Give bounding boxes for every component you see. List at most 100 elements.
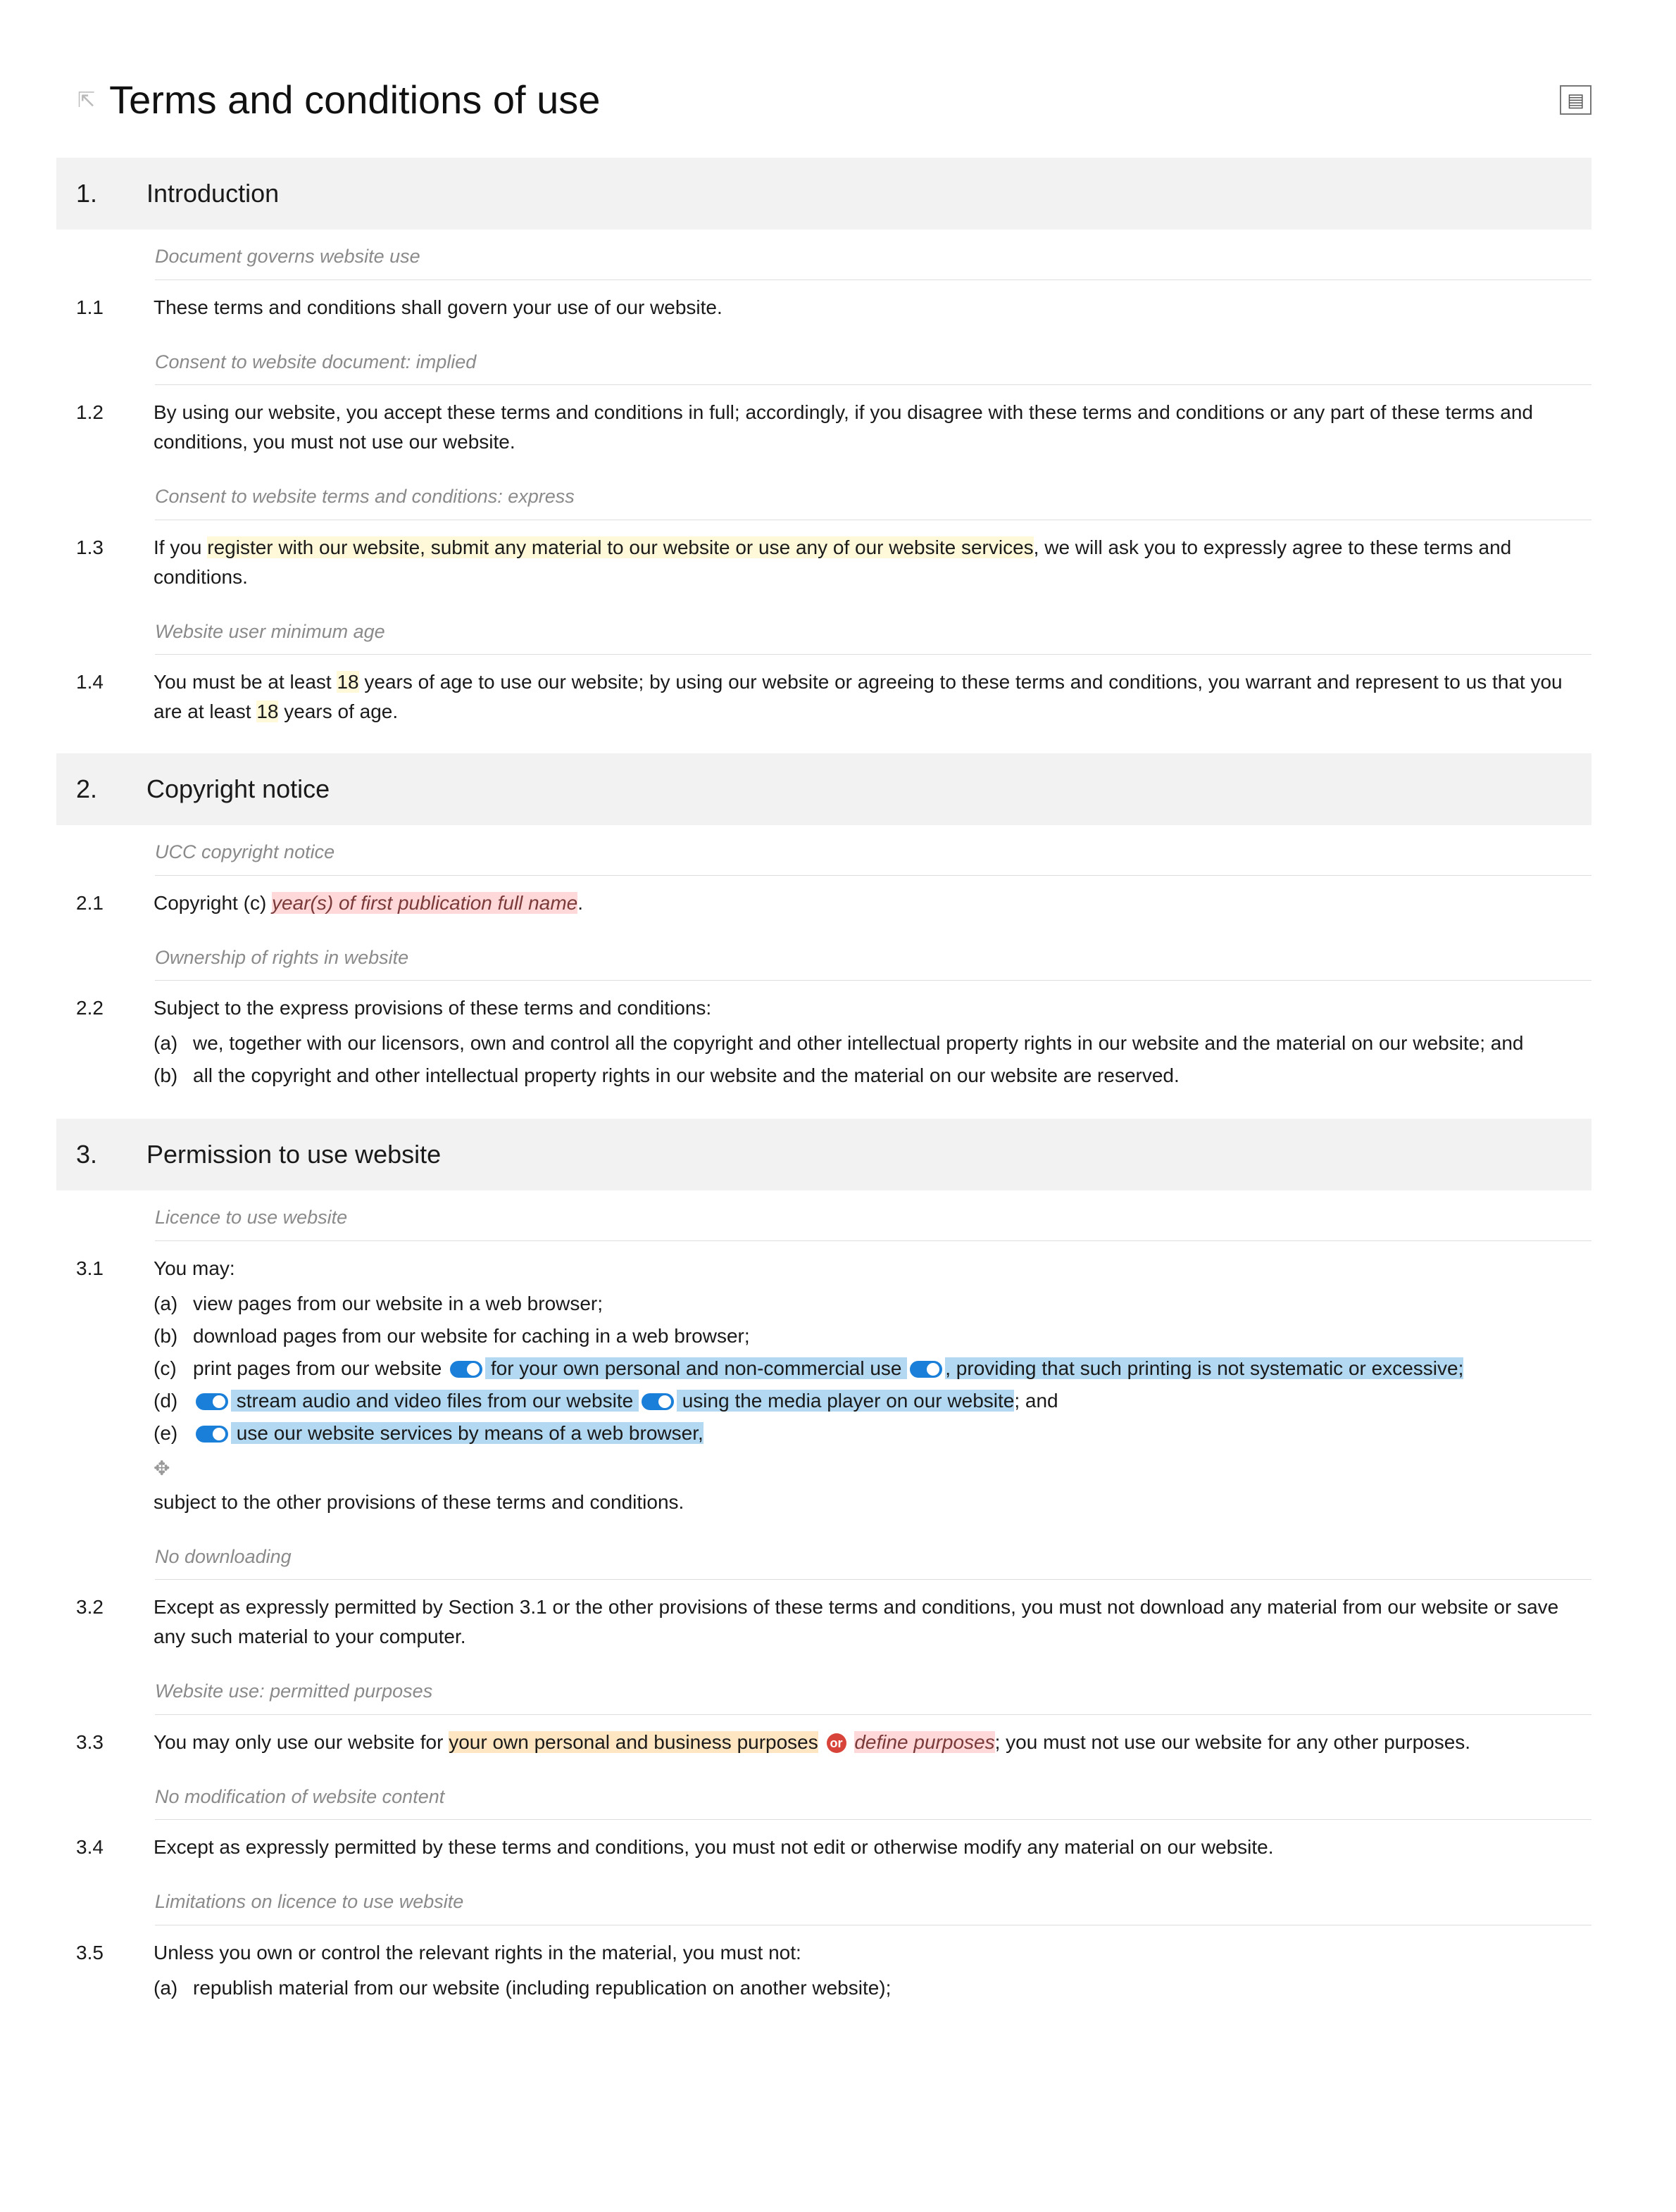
text: If you (154, 536, 207, 558)
clause-3-5: 3.5 Unless you own or control the releva… (56, 1933, 1591, 2017)
sublist: (a) we, together with our licensors, own… (154, 1027, 1591, 1092)
clause-3-1: 3.1 You may: (a) view pages from our web… (56, 1248, 1591, 1530)
sub-text: view pages from our website in a web bro… (193, 1289, 603, 1319)
add-item-icon[interactable]: ✥ (154, 1454, 170, 1483)
clause-num: 2.2 (76, 993, 125, 1092)
section-title: Copyright notice (146, 770, 330, 808)
sub-marker: (b) (154, 1321, 185, 1351)
highlight-blue[interactable]: , providing that such printing is not sy… (945, 1357, 1463, 1379)
clause-3-4: 3.4 Except as expressly permitted by the… (56, 1827, 1591, 1875)
highlight-blue[interactable]: use our website services by means of a w… (231, 1422, 703, 1444)
clause-2-2: 2.2 Subject to the express provisions of… (56, 988, 1591, 1105)
section-title: Permission to use website (146, 1136, 441, 1174)
section-header-3: 3. Permission to use website (56, 1119, 1591, 1190)
sub-text: stream audio and video files from our we… (193, 1386, 1058, 1416)
highlight-yellow[interactable]: 18 (337, 671, 358, 693)
section-header-1: 1. Introduction (56, 158, 1591, 230)
clause-body: You may: (a) view pages from our website… (154, 1254, 1591, 1517)
text: Subject to the express provisions of the… (154, 997, 711, 1019)
clause-num: 3.1 (76, 1254, 125, 1517)
sub-text: we, together with our licensors, own and… (193, 1029, 1524, 1058)
sub-item: (e) use our website services by means of… (154, 1417, 1591, 1450)
sub-item: (b) download pages from our website for … (154, 1320, 1591, 1352)
highlight-pink[interactable]: define purposes (854, 1731, 994, 1753)
highlight-yellow[interactable]: 18 (256, 700, 278, 722)
sub-marker: (b) (154, 1061, 185, 1091)
sub-item: (a) we, together with our licensors, own… (154, 1027, 1591, 1060)
or-badge[interactable]: or (827, 1733, 846, 1753)
document-title: Terms and conditions of use (109, 70, 600, 130)
sub-marker: (a) (154, 1029, 185, 1058)
clause-body: If you register with our website, submit… (154, 533, 1591, 592)
text: Copyright (c) (154, 892, 272, 914)
highlight-blue[interactable]: stream audio and video files from our we… (231, 1390, 639, 1412)
highlight-orange[interactable]: your own personal and business purposes (449, 1731, 818, 1753)
clause-body: You may only use our website for your ow… (154, 1728, 1591, 1757)
clause-body: Copyright (c) year(s) of first publicati… (154, 888, 1591, 918)
clause-annotation: Document governs website use (155, 230, 1591, 280)
text: years of age. (278, 700, 398, 722)
clause-annotation: Ownership of rights in website (155, 931, 1591, 981)
clause-num: 1.3 (76, 533, 125, 592)
section-num: 3. (76, 1136, 104, 1174)
sub-marker: (a) (154, 1973, 185, 2003)
link-icon[interactable]: ⇱ (77, 84, 95, 116)
text: ; and (1014, 1390, 1058, 1412)
sub-item: (d) stream audio and video files from ou… (154, 1385, 1591, 1417)
sub-marker: (d) (154, 1386, 185, 1416)
clause-1-2: 1.2 By using our website, you accept the… (56, 392, 1591, 470)
clause-body: By using our website, you accept these t… (154, 398, 1591, 457)
highlight-blue[interactable]: for your own personal and non-commercial… (485, 1357, 907, 1379)
text: Unless you own or control the relevant r… (154, 1942, 801, 1963)
highlight-yellow[interactable]: register with our website, submit any ma… (207, 536, 1033, 558)
title-wrap: ⇱ Terms and conditions of use (77, 70, 600, 130)
clause-body: Except as expressly permitted by these t… (154, 1833, 1591, 1862)
sub-item: (c) print pages from our website for you… (154, 1352, 1591, 1385)
clause-2-1: 2.1 Copyright (c) year(s) of first publi… (56, 883, 1591, 931)
text: . (577, 892, 583, 914)
clause-num: 3.2 (76, 1592, 125, 1652)
clause-num: 1.2 (76, 398, 125, 457)
sub-text: print pages from our website for your ow… (193, 1354, 1463, 1383)
sublist: (a) republish material from our website … (154, 1972, 1591, 2004)
section-title: Introduction (146, 175, 279, 213)
sub-marker: (c) (154, 1354, 185, 1383)
highlight-blue[interactable]: using the media player on our website (677, 1390, 1014, 1412)
clause-body: Subject to the express provisions of the… (154, 993, 1591, 1092)
clause-annotation: Consent to website terms and conditions:… (155, 470, 1591, 520)
clause-annotation: Consent to website document: implied (155, 335, 1591, 386)
clause-body: You must be at least 18 years of age to … (154, 667, 1591, 727)
clause-annotation: No downloading (155, 1530, 1591, 1581)
toc-icon[interactable]: ▤ (1560, 85, 1591, 115)
section-header-2: 2. Copyright notice (56, 753, 1591, 825)
clause-annotation: Licence to use website (155, 1190, 1591, 1241)
clause-1-1: 1.1 These terms and conditions shall gov… (56, 287, 1591, 335)
clause-annotation: No modification of website content (155, 1770, 1591, 1821)
sub-text: republish material from our website (inc… (193, 1973, 891, 2003)
clause-3-3: 3.3 You may only use our website for you… (56, 1722, 1591, 1770)
clause-body: These terms and conditions shall govern … (154, 293, 1591, 322)
clause-num: 1.4 (76, 667, 125, 727)
text: print pages from our website (193, 1357, 447, 1379)
toggle-switch[interactable] (196, 1393, 228, 1410)
section-num: 1. (76, 175, 104, 213)
sub-item: (a) republish material from our website … (154, 1972, 1591, 2004)
sublist: (a) view pages from our website in a web… (154, 1288, 1591, 1450)
text: You may: (154, 1257, 235, 1279)
sub-text: download pages from our website for cach… (193, 1321, 750, 1351)
sub-text: all the copyright and other intellectual… (193, 1061, 1180, 1091)
clause-num: 3.5 (76, 1938, 125, 2004)
toggle-switch[interactable] (910, 1361, 942, 1378)
sub-marker: (a) (154, 1289, 185, 1319)
clause-3-2: 3.2 Except as expressly permitted by Sec… (56, 1587, 1591, 1664)
clause-1-3: 1.3 If you register with our website, su… (56, 527, 1591, 605)
toggle-switch[interactable] (196, 1426, 228, 1443)
clause-body: Unless you own or control the relevant r… (154, 1938, 1591, 2004)
sub-item: (a) view pages from our website in a web… (154, 1288, 1591, 1320)
clause-1-4: 1.4 You must be at least 18 years of age… (56, 662, 1591, 739)
highlight-pink[interactable]: year(s) of first publication full name (272, 892, 577, 914)
toggle-switch[interactable] (450, 1361, 482, 1378)
text: You must be at least (154, 671, 337, 693)
toggle-switch[interactable] (642, 1393, 674, 1410)
clause-annotation: Website user minimum age (155, 605, 1591, 655)
